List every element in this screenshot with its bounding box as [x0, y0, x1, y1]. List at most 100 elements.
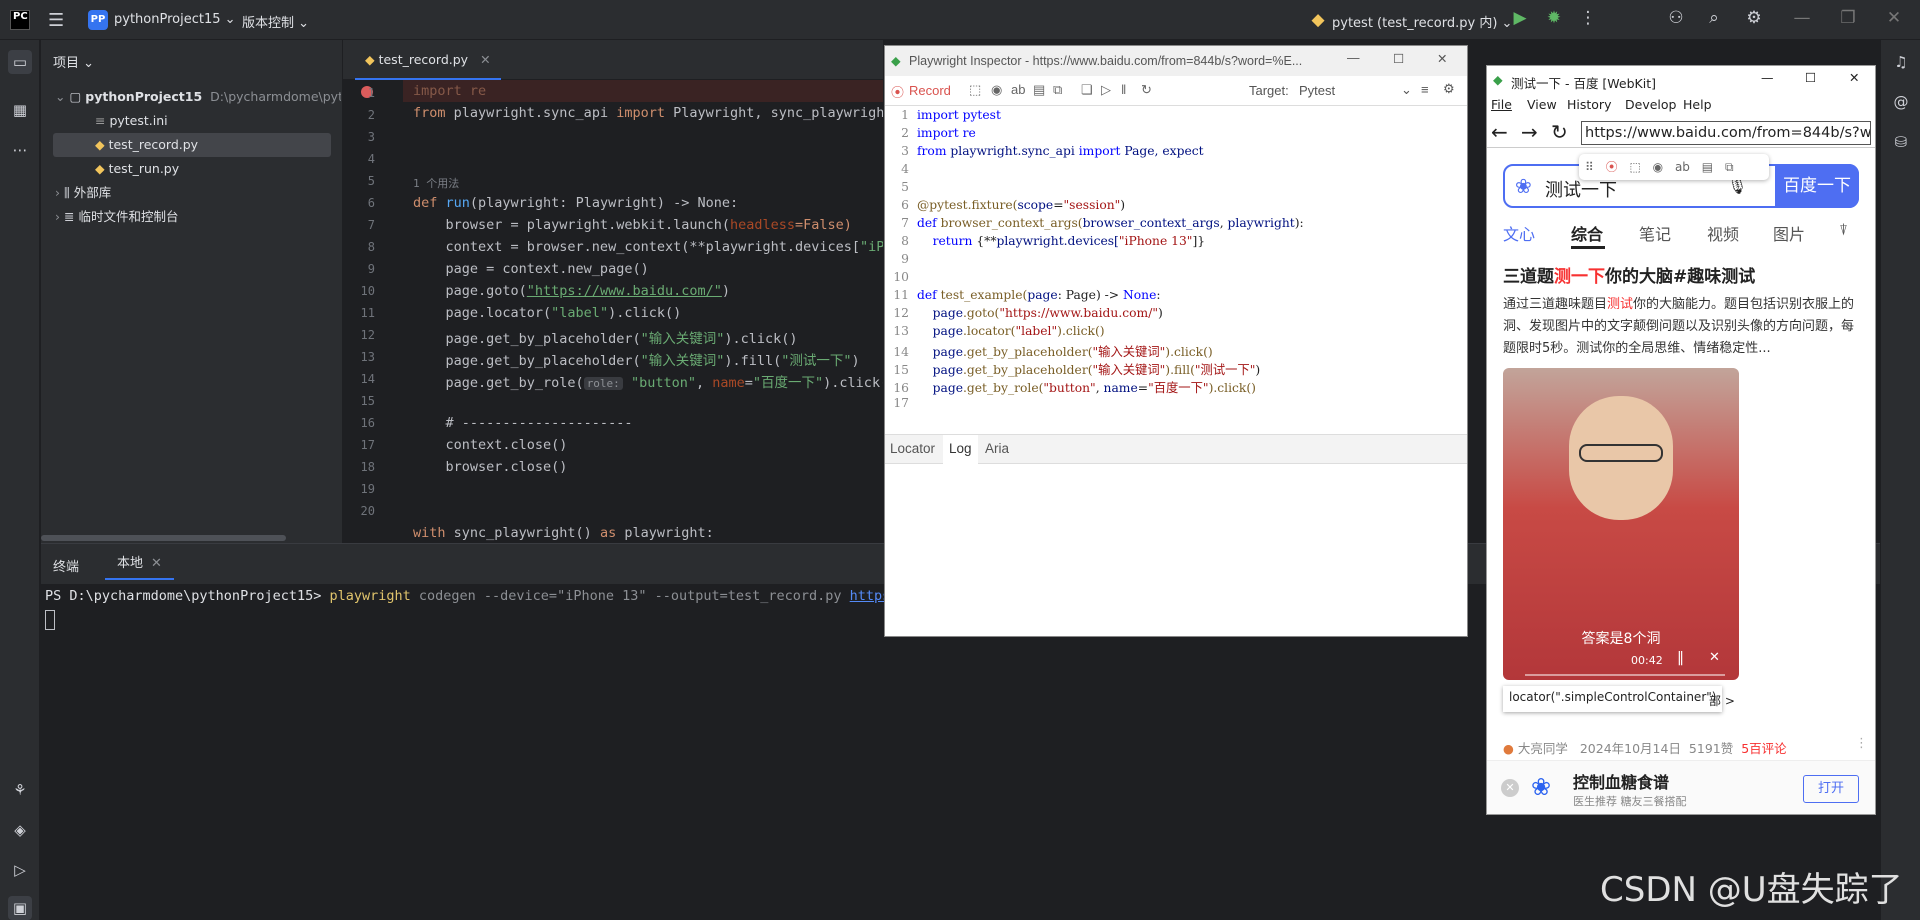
project-pane: 项目 ⌄ ⌄ ▢ pythonProject15 D:\pycharmdome\… — [41, 40, 343, 543]
pick-locator-icon[interactable]: ⬚ — [969, 82, 989, 98]
menu-history[interactable]: History — [1567, 97, 1611, 112]
project-pane-header[interactable]: 项目 ⌄ — [53, 52, 94, 71]
back-arrow-icon[interactable]: ← — [1491, 120, 1508, 144]
pause-icon[interactable]: ‖ — [1121, 82, 1126, 97]
scratches-and-consoles[interactable]: › ≣ 临时文件和控制台 — [41, 205, 341, 229]
tab-video[interactable]: 视频 — [1707, 221, 1739, 245]
assert-snapshot-icon[interactable]: ⧉ — [1053, 82, 1062, 98]
playwright-inspector-window: ◆ Playwright Inspector - https://www.bai… — [884, 45, 1468, 637]
assert-value-icon[interactable]: ▤ — [1702, 160, 1713, 174]
debug-icon[interactable]: ✹ — [1542, 8, 1566, 28]
target-select[interactable]: Pytest — [1299, 83, 1335, 98]
resume-icon[interactable]: ▷ — [1101, 82, 1111, 98]
project-tool-icon[interactable]: ▭ — [8, 50, 32, 74]
file-test-record[interactable]: ◆ test_record.py — [53, 133, 331, 157]
more-options-icon[interactable]: ⋮ — [1855, 736, 1868, 751]
line-number: 8 — [367, 240, 375, 254]
code-editor[interactable]: import re from playwright.sync_api impor… — [343, 80, 883, 543]
vcs-menu[interactable]: 版本控制 ⌄ — [242, 12, 309, 31]
project-root[interactable]: ⌄ ▢ pythonProject15 D:\pycharmdome\pytho… — [41, 85, 341, 109]
structure-tool-icon[interactable]: ▦ — [8, 98, 32, 122]
close-tab-icon[interactable]: ✕ — [151, 556, 162, 571]
close-icon[interactable]: ✕ — [1849, 70, 1859, 85]
mute-icon[interactable]: ✕ — [1709, 650, 1720, 665]
more-options-icon[interactable]: ⋮ — [1576, 8, 1600, 28]
comment-count: 5百评论 — [1741, 741, 1787, 756]
tab-local[interactable]: 本地 ✕ — [105, 548, 174, 580]
wrap-lines-icon[interactable]: ≡ — [1421, 82, 1429, 97]
search-icon[interactable]: ⌕ — [1702, 8, 1726, 28]
tab-notes[interactable]: 笔记 — [1639, 221, 1671, 245]
horizontal-scrollbar[interactable] — [41, 535, 286, 541]
layers-icon[interactable]: ◈ — [8, 818, 32, 842]
assert-snapshot-icon[interactable]: ⧉ — [1725, 160, 1734, 174]
assert-value-icon[interactable]: ▤ — [1033, 82, 1045, 98]
address-bar[interactable]: https://www.baidu.com/from=844b/s?word= — [1581, 121, 1871, 145]
pause-icon[interactable]: ‖ — [1677, 650, 1684, 666]
target-dropdown-chevron-icon[interactable]: ⌄ — [1401, 82, 1412, 98]
close-banner-icon[interactable]: ✕ — [1501, 779, 1519, 797]
menu-view[interactable]: View — [1527, 97, 1557, 112]
video-progress-bar[interactable] — [1525, 674, 1725, 676]
copy-icon[interactable]: ❏ — [1081, 82, 1093, 98]
tab-aria[interactable]: Aria — [985, 441, 1009, 456]
services-icon[interactable]: ▷ — [8, 858, 32, 882]
assert-visibility-icon[interactable]: ◉ — [1653, 160, 1663, 174]
pick-locator-icon[interactable]: ⬚ — [1629, 160, 1640, 174]
more-tools-icon[interactable]: ⋯ — [8, 138, 32, 162]
menu-develop[interactable]: Develop — [1625, 97, 1676, 112]
tab-images[interactable]: 图片 — [1773, 221, 1805, 245]
file-test-run[interactable]: ◆ test_run.py — [41, 157, 341, 181]
notifications-icon[interactable]: ♫ — [1889, 50, 1913, 74]
assert-text-icon[interactable]: ab — [1011, 82, 1025, 97]
tab-log[interactable]: Log — [943, 435, 978, 464]
open-app-button[interactable]: 打开 — [1803, 775, 1859, 803]
add-user-icon[interactable]: ⚇ — [1664, 8, 1688, 28]
result-title[interactable]: 三道题测一下你的大脑#趣味测试 — [1503, 262, 1755, 287]
ai-assistant-icon[interactable]: @ — [1889, 90, 1913, 114]
settings-gear-icon[interactable]: ⚙ — [1443, 81, 1455, 97]
line-number: 20 — [360, 504, 375, 518]
tab-test-record[interactable]: ◆ test_record.py ✕ — [355, 40, 501, 80]
forward-arrow-icon[interactable]: → — [1521, 120, 1538, 144]
python-packages-icon[interactable]: ⚘ — [8, 778, 32, 802]
code-line-13: page.get_by_role(role: "button", name="百… — [413, 375, 884, 391]
record-icon[interactable]: ⦿ — [891, 82, 904, 101]
tab-locator[interactable]: Locator — [890, 441, 935, 456]
terminal-tool-icon[interactable]: ▣ — [8, 896, 32, 920]
record-button[interactable]: Record — [909, 83, 951, 98]
minimize-icon[interactable]: — — [1761, 70, 1774, 85]
filter-icon[interactable]: ⍒ — [1839, 221, 1848, 239]
step-over-icon[interactable]: ↻ — [1141, 82, 1152, 98]
run-icon[interactable]: ▶ — [1508, 8, 1532, 28]
close-icon[interactable]: ✕ — [1882, 8, 1906, 28]
close-icon[interactable]: ✕ — [1437, 51, 1447, 66]
menu-file[interactable]: File — [1491, 97, 1512, 112]
database-icon[interactable]: ⛁ — [1889, 130, 1913, 154]
baidu-search-button[interactable]: 百度一下 — [1775, 164, 1859, 208]
main-menu-icon[interactable]: ☰ — [48, 10, 64, 31]
settings-gear-icon[interactable]: ⚙ — [1742, 8, 1766, 28]
maximize-icon[interactable]: ❐ — [1836, 8, 1860, 28]
video-thumbnail[interactable]: 答案是8个洞 00:42 ‖ ✕ — [1503, 368, 1739, 680]
maximize-icon[interactable]: ☐ — [1805, 70, 1816, 85]
menu-help[interactable]: Help — [1683, 97, 1712, 112]
inspector-code-view[interactable]: 1 import pytest 2 import re 3 from playwrig… — [885, 108, 1467, 478]
record-icon[interactable]: ⦿ — [1606, 160, 1618, 174]
assert-visibility-icon[interactable]: ◉ — [991, 82, 1002, 98]
usages-hint[interactable]: 1 个用法 — [413, 175, 459, 191]
tab-wenxin[interactable]: 文心 — [1503, 221, 1535, 245]
video-caption: 答案是8个洞 — [1581, 631, 1661, 647]
external-libraries[interactable]: › ⫼ 外部库 — [41, 181, 341, 205]
minimize-icon[interactable]: — — [1790, 8, 1814, 28]
maximize-icon[interactable]: ☐ — [1393, 51, 1404, 66]
minimize-icon[interactable]: — — [1347, 51, 1360, 65]
drag-handle-icon[interactable]: ⠿ — [1585, 160, 1594, 174]
reload-icon[interactable]: ↻ — [1551, 120, 1568, 144]
assert-text-icon[interactable]: ab — [1675, 160, 1690, 174]
run-config-selector[interactable]: pytest (test_record.py 内) ⌄ — [1332, 12, 1512, 31]
tab-comprehensive[interactable]: 综合 — [1571, 221, 1603, 245]
close-tab-icon[interactable]: ✕ — [480, 52, 490, 67]
file-pytest-ini[interactable]: ≡ pytest.ini — [41, 109, 341, 133]
project-switcher[interactable]: pythonProject15 ⌄ — [114, 12, 236, 27]
